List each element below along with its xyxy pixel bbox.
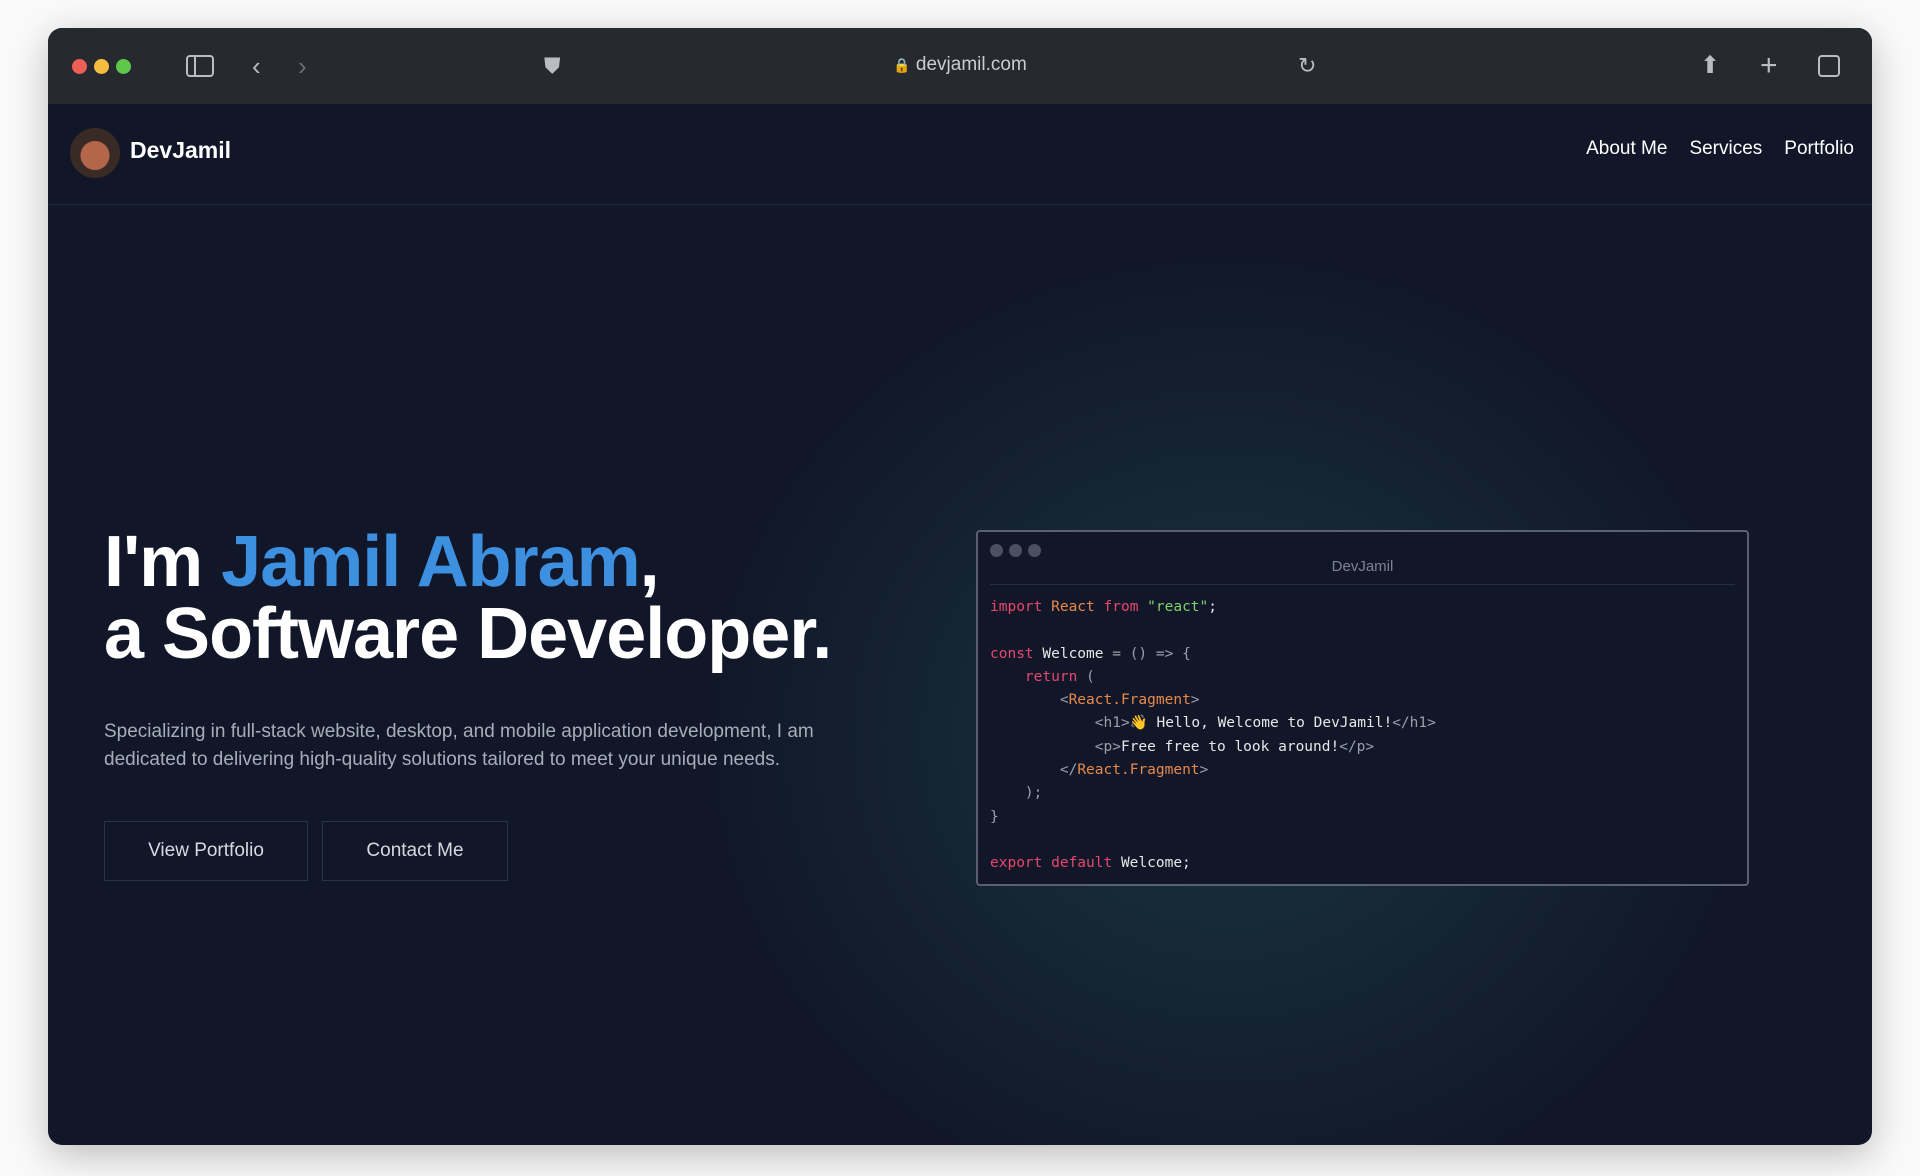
code-token: } <box>990 808 999 825</box>
heading-comma: , <box>639 522 660 602</box>
new-tab-icon[interactable]: + <box>1760 50 1778 82</box>
code-token: </h1> <box>1392 715 1436 732</box>
code-token: 👋 Hello, Welcome to DevJamil! <box>1129 715 1393 732</box>
code-token: </p> <box>1339 738 1375 755</box>
code-token: ; <box>1208 599 1217 615</box>
code-window-title: DevJamil <box>1331 558 1394 575</box>
code-window-dot <box>990 544 1003 557</box>
code-token: Free free to look around! <box>1120 738 1340 755</box>
code-token: "react" <box>1147 599 1209 615</box>
site-header: DevJamil About Me Services Portfolio <box>48 104 1872 205</box>
hero-heading: I'm Jamil Abram, a Software Developer. <box>104 526 832 670</box>
reload-icon[interactable]: ↻ <box>1298 50 1316 82</box>
code-token: return <box>1024 668 1087 685</box>
code-line: ); <box>990 782 1436 805</box>
code-token: React.Fragment <box>1068 692 1191 709</box>
code-token: > <box>1190 692 1200 709</box>
address-bar[interactable]: 🔒 devjamil.com <box>48 54 1872 76</box>
code-token: import <box>990 599 1052 615</box>
code-line: const Welcome = () => { <box>990 643 1436 666</box>
code-token: from <box>1103 599 1148 615</box>
code-line: <React.Fragment> <box>990 689 1436 712</box>
hero-description: Specializing in full-stack website, desk… <box>104 721 814 770</box>
divider <box>990 584 1735 585</box>
code-token: > <box>1199 762 1209 779</box>
view-portfolio-button[interactable]: View Portfolio <box>104 821 308 881</box>
code-token: ); <box>1024 785 1043 802</box>
lock-icon: 🔒 <box>893 57 911 73</box>
code-token: </ <box>1059 762 1078 779</box>
url-text: devjamil.com <box>915 54 1027 75</box>
code-token: Welcome <box>1042 645 1113 662</box>
code-token: const <box>990 645 1043 662</box>
code-token: ( <box>1086 668 1095 685</box>
browser-window: ‹ › ⛊ 🔒 devjamil.com ↻ ⬆ + DevJamil Abou… <box>48 28 1872 1145</box>
code-token: default <box>1051 855 1121 872</box>
avatar <box>70 128 120 178</box>
code-token: React <box>1051 599 1104 615</box>
brand-name[interactable]: DevJamil <box>130 137 231 164</box>
share-icon[interactable]: ⬆ <box>1700 50 1720 82</box>
code-token: = () => { <box>1112 645 1191 662</box>
heading-prefix: I'm <box>104 522 222 602</box>
code-token: React.Fragment <box>1077 762 1200 779</box>
nav-link-services[interactable]: Services <box>1689 138 1762 160</box>
tab-overview-icon[interactable] <box>1818 55 1840 77</box>
code-line: return ( <box>990 666 1436 689</box>
code-line: } <box>990 806 1436 829</box>
hero-section: I'm Jamil Abram, a Software Developer. S… <box>48 206 1872 1145</box>
code-line: <p>Free free to look around!</p> <box>990 736 1436 759</box>
code-token: export <box>990 855 1052 872</box>
code-token: <p> <box>1094 738 1121 755</box>
code-token: < <box>1059 692 1069 709</box>
contact-me-button[interactable]: Contact Me <box>322 821 508 881</box>
code-window-dot <box>1009 544 1022 557</box>
code-window: DevJamil import React from "react"; const… <box>976 530 1749 886</box>
code-line: </React.Fragment> <box>990 759 1436 782</box>
code-window-dot <box>1028 544 1041 557</box>
browser-toolbar: ‹ › ⛊ 🔒 devjamil.com ↻ ⬆ + <box>48 28 1872 104</box>
code-line: import React from "react"; <box>990 596 1436 619</box>
heading-role: a Software Developer. <box>104 594 832 674</box>
code-snippet: import React from "react"; const Welcome … <box>990 596 1436 876</box>
code-line: <h1>👋 Hello, Welcome to DevJamil!</h1> <box>990 712 1436 735</box>
code-token: <h1> <box>1094 715 1130 732</box>
code-line: export default Welcome; <box>990 852 1436 875</box>
nav-link-portfolio[interactable]: Portfolio <box>1784 138 1854 160</box>
nav-link-about[interactable]: About Me <box>1586 138 1667 160</box>
code-token: Welcome; <box>1120 855 1191 872</box>
heading-name: Jamil Abram <box>221 522 641 602</box>
